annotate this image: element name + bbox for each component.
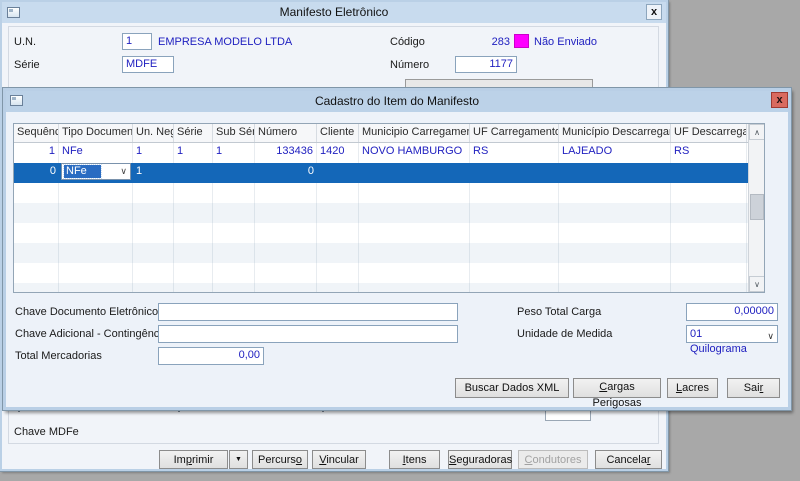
cell-uf-descarregamento xyxy=(671,163,747,183)
close-icon[interactable]: x xyxy=(646,4,662,20)
col-tipo-documento[interactable]: Tipo Documento xyxy=(59,124,133,142)
percurso-button[interactable]: Percurso xyxy=(252,450,308,469)
cell-uf-descarregamento: RS xyxy=(671,143,747,163)
cell-sequencia: 1 xyxy=(14,143,59,163)
un-input[interactable]: 1 xyxy=(122,33,152,50)
tipo-documento-combobox[interactable]: NFe ∨ xyxy=(61,163,131,180)
chave-doc-input[interactable] xyxy=(158,303,458,321)
numero-input[interactable]: 1177 xyxy=(455,56,517,73)
partial-hidden-mark xyxy=(18,410,20,412)
cell-numero: 0 xyxy=(255,163,317,183)
lacres-button[interactable]: Lacres xyxy=(667,378,718,398)
vincular-button[interactable]: Vincular xyxy=(312,450,366,469)
seguradoras-button[interactable]: Seguradoras xyxy=(448,450,512,469)
desktop: Manifesto Eletrônico x U.N. 1 EMPRESA MO… xyxy=(0,0,800,481)
cargas-perigosas-button[interactable]: Cargas Perigosas xyxy=(573,378,661,398)
col-uf-descarregamento[interactable]: UF Descarregamento xyxy=(671,124,747,142)
cell-sub-serie xyxy=(213,163,255,183)
chave-doc-label: Chave Documento Eletrônico xyxy=(15,306,158,318)
dialog-icon xyxy=(10,95,23,106)
itens-button[interactable]: Itens xyxy=(389,450,440,469)
col-sub-serie[interactable]: Sub Série xyxy=(213,124,255,142)
serie-label: Série xyxy=(14,59,40,71)
cell-serie: 1 xyxy=(174,143,213,163)
total-mercadorias-label: Total Mercadorias xyxy=(15,350,102,362)
chevron-down-icon[interactable]: ∨ xyxy=(120,166,127,177)
cadastro-item-dialog: Cadastro do Item do Manifesto x Sequênci… xyxy=(3,88,791,410)
unidade-medida-select[interactable]: 01 Quilograma ∨ xyxy=(686,325,778,343)
company-name: EMPRESA MODELO LTDA xyxy=(158,36,292,48)
sair-button[interactable]: Sair xyxy=(727,378,780,398)
cell-un-neg: 1 xyxy=(133,143,174,163)
table-row-selected[interactable]: 0 NFe ∨ 1 0 xyxy=(14,163,764,183)
cell-sequencia: 0 xyxy=(14,163,59,183)
table-row[interactable]: 1 NFe 1 1 1 133436 1420 NOVO HAMBURGO RS… xyxy=(14,143,764,163)
condutores-button: Condutores xyxy=(518,450,588,469)
cancelar-button[interactable]: Cancelar xyxy=(595,450,662,469)
cell-un-neg: 1 xyxy=(133,163,174,183)
total-mercadorias-input[interactable]: 0,00 xyxy=(158,347,264,365)
col-municipio-descarregamento[interactable]: Município Descarregamento xyxy=(559,124,671,142)
serie-input[interactable]: MDFE xyxy=(122,56,174,73)
empty-row[interactable] xyxy=(14,263,764,283)
un-label: U.N. xyxy=(14,36,36,48)
empty-row[interactable] xyxy=(14,283,764,293)
empty-row[interactable] xyxy=(14,203,764,223)
cell-uf-carregamento xyxy=(470,163,559,183)
window-icon xyxy=(7,7,20,18)
cell-municipio-carregamento xyxy=(359,163,470,183)
main-window-title: Manifesto Eletrônico xyxy=(280,5,389,19)
buscar-dados-xml-button[interactable]: Buscar Dados XML xyxy=(455,378,569,398)
status-color-swatch xyxy=(514,34,529,48)
modal-close-icon[interactable]: x xyxy=(771,92,788,108)
manifesto-items-grid: Sequência Tipo Documento Un. Neg. Série … xyxy=(13,123,765,293)
empty-row[interactable] xyxy=(14,223,764,243)
col-uf-carregamento[interactable]: UF Carregamento xyxy=(470,124,559,142)
codigo-value: 283 xyxy=(442,36,510,48)
cell-municipio-descarregamento: LAJEADO xyxy=(559,143,671,163)
cell-numero: 133436 xyxy=(255,143,317,163)
status-badge: Não Enviado xyxy=(534,36,597,48)
partial-hidden-mark xyxy=(322,410,324,412)
vertical-scrollbar[interactable]: ∧ ∨ xyxy=(748,124,764,292)
scroll-down-icon[interactable]: ∨ xyxy=(749,276,765,292)
chevron-down-icon[interactable]: ∨ xyxy=(767,329,774,344)
cell-municipio-carregamento: NOVO HAMBURGO xyxy=(359,143,470,163)
col-un-neg[interactable]: Un. Neg. xyxy=(133,124,174,142)
codigo-label: Código xyxy=(390,36,425,48)
chave-mdfe-label: Chave MDFe xyxy=(14,426,79,438)
col-cliente[interactable]: Cliente xyxy=(317,124,359,142)
partial-hidden-mark xyxy=(178,410,180,412)
cell-municipio-descarregamento xyxy=(559,163,671,183)
chave-adicional-input[interactable] xyxy=(158,325,458,343)
modal-title: Cadastro do Item do Manifesto xyxy=(315,94,479,108)
grid-header-row: Sequência Tipo Documento Un. Neg. Série … xyxy=(14,124,764,143)
col-sequencia[interactable]: Sequência xyxy=(14,124,59,142)
cell-uf-carregamento: RS xyxy=(470,143,559,163)
col-serie[interactable]: Série xyxy=(174,124,213,142)
combobox-selected-value: NFe xyxy=(64,165,101,178)
imprimir-dropdown-icon[interactable]: ▼ xyxy=(229,450,248,469)
cell-tipo-editor: NFe ∨ xyxy=(59,163,133,183)
empty-row[interactable] xyxy=(14,183,764,203)
imprimir-button[interactable]: Imprimir xyxy=(159,450,228,469)
partial-hidden-input xyxy=(545,409,591,421)
peso-total-label: Peso Total Carga xyxy=(517,306,601,318)
modal-titlebar: Cadastro do Item do Manifesto x xyxy=(6,91,788,112)
cell-cliente: 1420 xyxy=(317,143,359,163)
unidade-medida-label: Unidade de Medida xyxy=(517,328,612,340)
empty-row[interactable] xyxy=(14,243,764,263)
cell-sub-serie: 1 xyxy=(213,143,255,163)
scroll-up-icon[interactable]: ∧ xyxy=(749,124,765,140)
col-numero[interactable]: Número xyxy=(255,124,317,142)
cell-serie xyxy=(174,163,213,183)
cell-tipo: NFe xyxy=(59,143,133,163)
col-municipio-carregamento[interactable]: Municipio Carregamento xyxy=(359,124,470,142)
numero-label: Número xyxy=(390,59,429,71)
unidade-selected-value: 01 Quilograma xyxy=(690,328,747,355)
peso-total-input[interactable]: 0,00000 xyxy=(686,303,778,321)
main-titlebar: Manifesto Eletrônico x xyxy=(2,2,666,23)
cell-cliente xyxy=(317,163,359,183)
scrollbar-thumb[interactable] xyxy=(750,194,764,220)
